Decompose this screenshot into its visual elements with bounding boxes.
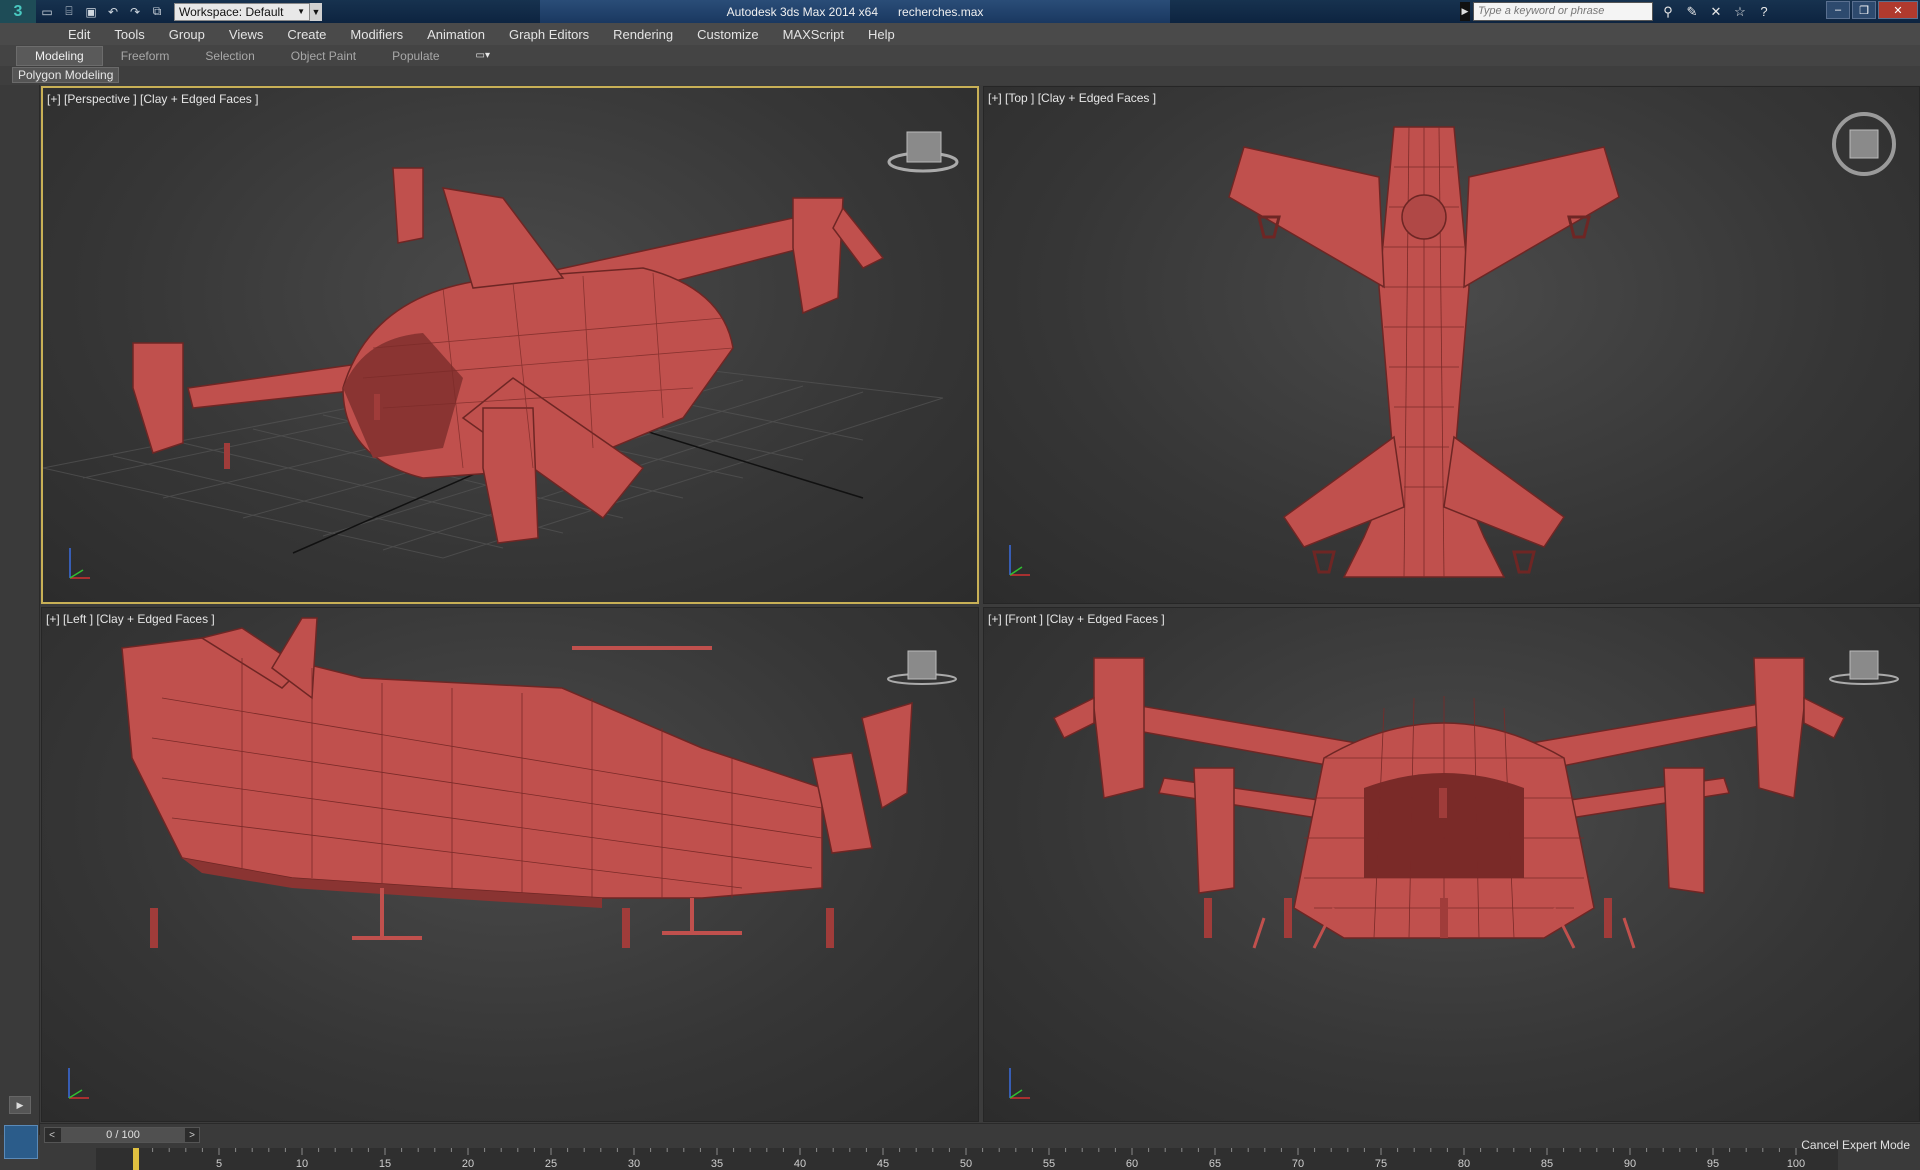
time-slider[interactable]: < 0 / 100 >: [44, 1127, 200, 1143]
left-model: [68, 617, 957, 1099]
menu-views[interactable]: Views: [217, 27, 275, 42]
menu-edit[interactable]: Edit: [56, 27, 102, 42]
track-tick-label: 15: [379, 1158, 391, 1170]
track-tick-label: 25: [545, 1158, 557, 1170]
track-tick-label: 100: [1787, 1158, 1805, 1170]
menu-rendering[interactable]: Rendering: [601, 27, 685, 42]
workspace-menu-arrow[interactable]: ▼: [310, 2, 322, 21]
viewport-top[interactable]: [+] [Top ] [Clay + Edged Faces ]: [983, 86, 1920, 604]
app-name: Autodesk 3ds Max 2014 x64: [726, 4, 879, 19]
project-icon[interactable]: ⧉: [146, 3, 168, 21]
ribbon-panel-bar: Polygon Modeling: [0, 66, 1920, 85]
track-tick-label: 45: [877, 1158, 889, 1170]
viewport-label-top[interactable]: [+] [Top ] [Clay + Edged Faces ]: [988, 91, 1156, 105]
track-tick-label: 70: [1292, 1158, 1304, 1170]
expand-panel-icon[interactable]: ▶: [9, 1096, 31, 1114]
left-toolbar: [0, 85, 40, 1135]
time-slider-handle[interactable]: 0 / 100: [61, 1128, 185, 1142]
menu-graph-editors[interactable]: Graph Editors: [497, 27, 601, 42]
front-model: [1009, 650, 1899, 1099]
viewcube: [1829, 650, 1899, 685]
close-icon[interactable]: ✕: [1878, 1, 1918, 19]
top-model: [1009, 112, 1896, 578]
perspective-model: [43, 131, 959, 579]
track-tick-label: 50: [960, 1158, 972, 1170]
previous-frame-icon[interactable]: <: [45, 1128, 59, 1142]
menu-group[interactable]: Group: [157, 27, 217, 42]
cancel-expert-mode-button[interactable]: Cancel Expert Mode: [1801, 1138, 1910, 1152]
track-tick-label: 75: [1375, 1158, 1387, 1170]
minimize-icon[interactable]: –: [1826, 1, 1850, 19]
chevron-down-icon: ▼: [297, 7, 305, 16]
workspace-dropdown[interactable]: Workspace: Default ▼: [174, 2, 310, 21]
maximize-icon[interactable]: ❐: [1852, 1, 1876, 19]
timeline: < 0 / 100 > 5 10 15 20 25 30 35 40 45 50 55 60 65 70 7…: [40, 1123, 1920, 1170]
menu-create[interactable]: Create: [275, 27, 338, 42]
search-input[interactable]: Type a keyword or phrase: [1473, 2, 1653, 21]
next-frame-icon[interactable]: >: [185, 1128, 199, 1142]
current-frame-marker: [133, 1148, 139, 1170]
app-logo-icon[interactable]: 3: [0, 0, 36, 23]
favorites-icon[interactable]: ☆: [1730, 2, 1750, 21]
redo-icon[interactable]: ↷: [124, 3, 146, 21]
track-bar[interactable]: 5 10 15 20 25 30 35 40 45 50 55 60 65 70 75 80 85 90 95 100: [96, 1148, 1838, 1170]
menu-maxscript[interactable]: MAXScript: [771, 27, 856, 42]
undo-icon[interactable]: ↶: [102, 3, 124, 21]
menu-help[interactable]: Help: [856, 27, 907, 42]
track-ruler: 5 10 15 20 25 30 35 40 45 50 55 60 65 70 75 80 85 90 95 100: [133, 1148, 1805, 1170]
menu-customize[interactable]: Customize: [685, 27, 770, 42]
track-tick-label: 40: [794, 1158, 806, 1170]
window-title: Autodesk 3ds Max 2014 x64 recherches.max: [540, 0, 1170, 23]
track-tick-label: 60: [1126, 1158, 1138, 1170]
workspace-label: Workspace: Default: [179, 4, 284, 19]
tab-object-paint[interactable]: Object Paint: [273, 47, 374, 65]
tab-populate[interactable]: Populate: [374, 47, 457, 65]
save-icon[interactable]: ▣: [80, 3, 102, 21]
menu-bar: Edit Tools Group Views Create Modifiers …: [0, 23, 1920, 45]
track-tick-label: 35: [711, 1158, 723, 1170]
track-tick-label: 65: [1209, 1158, 1221, 1170]
info-center-toolbar: ⚲ ✎ ✕ ☆ ?: [1658, 2, 1774, 21]
viewport-perspective[interactable]: [+] [Perspective ] [Clay + Edged Faces ]: [41, 86, 979, 604]
track-tick-label: 20: [462, 1158, 474, 1170]
tab-freeform[interactable]: Freeform: [103, 47, 188, 65]
viewport-left[interactable]: [+] [Left ] [Clay + Edged Faces ]: [41, 607, 979, 1122]
ribbon-toggle-icon[interactable]: ▭▾: [476, 50, 490, 61]
info-center-icon[interactable]: ✕: [1706, 2, 1726, 21]
menu-animation[interactable]: Animation: [415, 27, 497, 42]
binoculars-icon[interactable]: ⚲: [1658, 2, 1678, 21]
open-file-icon[interactable]: ⌸: [58, 3, 80, 21]
file-name: recherches.max: [898, 4, 984, 19]
search-expand-arrow[interactable]: ▶: [1460, 2, 1470, 21]
tab-modeling[interactable]: Modeling: [16, 45, 103, 66]
viewcube: [887, 650, 957, 685]
help-icon[interactable]: ?: [1754, 2, 1774, 21]
track-tick-label: 5: [216, 1158, 222, 1170]
viewport-label-front[interactable]: [+] [Front ] [Clay + Edged Faces ]: [988, 612, 1165, 626]
tools-icon[interactable]: ✎: [1682, 2, 1702, 21]
track-tick-label: 95: [1707, 1158, 1719, 1170]
track-tick-label: 80: [1458, 1158, 1470, 1170]
ribbon-tabs: Modeling Freeform Selection Object Paint…: [0, 45, 1920, 66]
menu-modifiers[interactable]: Modifiers: [338, 27, 415, 42]
track-tick-label: 30: [628, 1158, 640, 1170]
viewcube: [887, 131, 959, 173]
track-tick-label: 55: [1043, 1158, 1055, 1170]
new-file-icon[interactable]: ▭: [36, 3, 58, 21]
viewport-label-perspective[interactable]: [+] [Perspective ] [Clay + Edged Faces ]: [47, 92, 258, 106]
tab-selection[interactable]: Selection: [187, 47, 272, 65]
window-controls: – ❐ ✕: [1826, 1, 1918, 19]
track-tick-label: 85: [1541, 1158, 1553, 1170]
viewport-layout-icon[interactable]: [4, 1125, 38, 1159]
viewport-front[interactable]: [+] [Front ] [Clay + Edged Faces ]: [983, 607, 1920, 1122]
track-tick-label: 10: [296, 1158, 308, 1170]
polygon-modeling-panel[interactable]: Polygon Modeling: [12, 67, 120, 83]
viewcube: [1832, 112, 1896, 176]
track-tick-label: 90: [1624, 1158, 1636, 1170]
viewport-label-left[interactable]: [+] [Left ] [Clay + Edged Faces ]: [46, 612, 215, 626]
menu-tools[interactable]: Tools: [102, 27, 156, 42]
